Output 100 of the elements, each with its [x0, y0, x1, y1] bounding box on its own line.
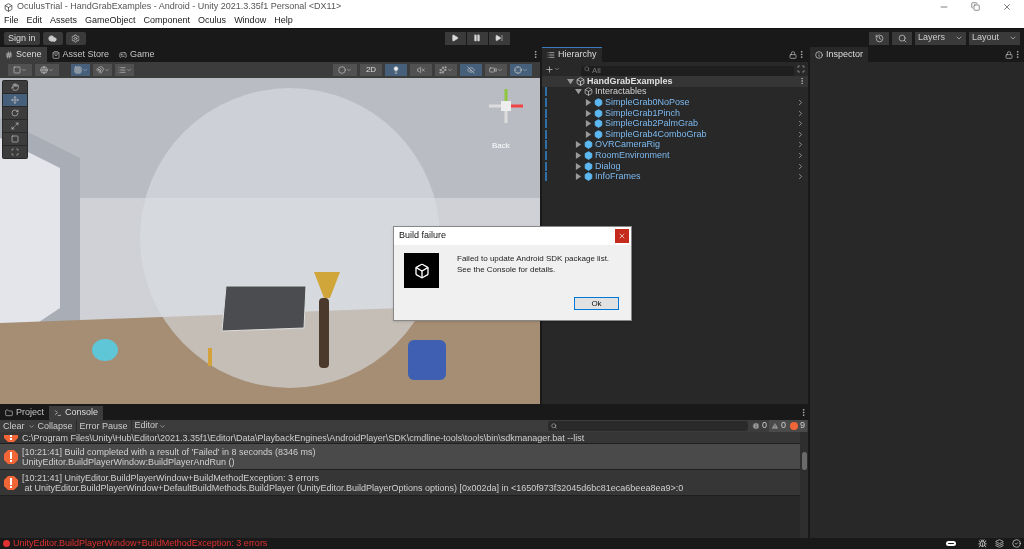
- play-button[interactable]: [444, 31, 466, 45]
- gizmos-dropdown[interactable]: [510, 64, 532, 76]
- move-arrows-icon: [11, 96, 19, 104]
- lock-icon[interactable]: [1005, 51, 1013, 59]
- collapsed-arrow-icon[interactable]: [584, 119, 592, 128]
- scene-filter-icon[interactable]: [797, 65, 805, 73]
- history-button[interactable]: [869, 31, 889, 45]
- cloud-button[interactable]: [42, 31, 63, 45]
- layout-dropdown[interactable]: Layout: [969, 31, 1020, 45]
- scale-tool[interactable]: [3, 120, 27, 132]
- stack-icon[interactable]: [995, 539, 1004, 548]
- search-icon: [897, 33, 907, 43]
- visibility-toggle[interactable]: [460, 64, 482, 76]
- caret-icon: [125, 67, 132, 73]
- warning-filter[interactable]: 0: [768, 420, 788, 432]
- menu-item[interactable]: File: [4, 14, 19, 28]
- clear-options-icon[interactable]: [27, 422, 35, 430]
- hierarchy-item[interactable]: SimpleGrab4ComboGrab: [605, 129, 707, 139]
- more-icon[interactable]: [799, 408, 808, 417]
- search-field[interactable]: All: [581, 66, 794, 76]
- snap-dropdown[interactable]: [93, 64, 112, 76]
- step-button[interactable]: [488, 31, 510, 45]
- rect-tool[interactable]: [3, 133, 27, 145]
- scrollbar[interactable]: [800, 432, 808, 538]
- camera-icon: [489, 66, 497, 74]
- more-icon[interactable]: [1013, 50, 1022, 59]
- menu-item[interactable]: Assets: [50, 14, 78, 28]
- panel-tab[interactable]: Hierarchy: [542, 47, 602, 62]
- editor-dropdown[interactable]: Editor: [131, 420, 170, 432]
- expanded-arrow-icon[interactable]: [566, 77, 574, 86]
- bug-icon[interactable]: [978, 539, 987, 548]
- ok-button[interactable]: Ok: [574, 297, 619, 310]
- logo-icon: [404, 253, 439, 288]
- hierarchy-item[interactable]: InfoFrames: [595, 172, 641, 182]
- caret-icon: [346, 67, 352, 73]
- camera-dropdown[interactable]: [485, 64, 507, 76]
- collapsed-arrow-icon[interactable]: [574, 151, 582, 160]
- info-filter[interactable]: 0: [749, 420, 769, 432]
- clear-button[interactable]: Clear: [0, 420, 28, 432]
- more-icon[interactable]: [798, 77, 806, 86]
- hierarchy-item[interactable]: Dialog: [595, 161, 621, 171]
- log-entry[interactable]: [10:21:41] Build completed with a result of 'Failed' in 8 seconds (8346 ms) UnityEditor.BuildPlayerWindow:BuildPlayerAndRun (): [0, 444, 800, 470]
- 2d-toggle[interactable]: 2D: [360, 64, 382, 76]
- menu-item[interactable]: GameObject: [85, 14, 136, 28]
- global-dropdown[interactable]: [35, 64, 59, 76]
- restore-icon[interactable]: [971, 2, 980, 11]
- panel-tab[interactable]: Project: [0, 406, 49, 420]
- hierarchy-item[interactable]: SimpleGrab2PalmGrab: [605, 119, 699, 129]
- grid-snap-dropdown[interactable]: [71, 64, 90, 76]
- search-icon: [584, 66, 590, 72]
- collapsed-arrow-icon[interactable]: [574, 162, 582, 171]
- hierarchy-item[interactable]: Interactables: [595, 87, 647, 97]
- more-icon[interactable]: [531, 50, 540, 59]
- view-tool-dropdown[interactable]: [8, 64, 32, 76]
- collapsed-arrow-icon[interactable]: [584, 109, 592, 118]
- menu-item[interactable]: Window: [234, 14, 267, 28]
- panel-tab[interactable]: Game: [114, 47, 160, 62]
- log-entry[interactable]: [0, 470, 800, 496]
- lighting-toggle[interactable]: [385, 64, 407, 76]
- expanded-arrow-icon[interactable]: [574, 87, 582, 96]
- close-button[interactable]: [615, 229, 629, 243]
- menu-item[interactable]: Component: [143, 14, 191, 28]
- panel-tab[interactable]: Console: [49, 406, 104, 420]
- collapsed-arrow-icon[interactable]: [574, 172, 582, 181]
- lock-icon[interactable]: [789, 51, 797, 59]
- status-message[interactable]: UnityEditor.BuildPlayerWindow+BuildMethodException: 3 errors: [13, 536, 268, 549]
- menu-item[interactable]: Edit: [26, 14, 43, 28]
- audio-toggle[interactable]: [410, 64, 432, 76]
- rotate-tool[interactable]: [3, 107, 27, 119]
- menu-item[interactable]: Oculus: [198, 14, 227, 28]
- pause-button[interactable]: [466, 31, 488, 45]
- sign-in-button[interactable]: Sign in: [4, 31, 40, 45]
- close-icon[interactable]: [1002, 2, 1012, 12]
- increment-dropdown[interactable]: [115, 64, 134, 76]
- collapsed-arrow-icon[interactable]: [574, 140, 582, 149]
- settings-button[interactable]: [65, 31, 86, 45]
- search-button[interactable]: [892, 31, 912, 45]
- panel-tab[interactable]: Asset Store: [46, 47, 115, 62]
- menu-item[interactable]: Help: [274, 14, 293, 28]
- collapsed-arrow-icon[interactable]: [584, 130, 592, 139]
- collapsed-arrow-icon[interactable]: [584, 98, 592, 107]
- move-tool[interactable]: [3, 94, 27, 106]
- panel-tab[interactable]: Inspector: [810, 47, 869, 62]
- more-icon[interactable]: [797, 50, 806, 59]
- check-icon[interactable]: [1012, 539, 1021, 548]
- hand-tool[interactable]: [3, 81, 27, 93]
- shading-dropdown[interactable]: [333, 64, 357, 76]
- hierarchy-item[interactable]: SimpleGrab0NoPose: [605, 98, 690, 107]
- magnet-icon: [95, 66, 104, 74]
- caret-icon: [497, 67, 503, 73]
- log-entry[interactable]: C:\Program Files\Unity\Hub\Editor\2021.3.35f1\Editor\Data\PlaybackEngines\AndroidPlayer\SDK\cmdline-tools\tools\bin\sdkmanager.bat --list: [0, 432, 800, 444]
- console-search-field[interactable]: [547, 421, 748, 431]
- effects-dropdown[interactable]: [435, 64, 457, 76]
- headset-icon[interactable]: [946, 541, 956, 546]
- hierarchy-item[interactable]: SimpleGrab1Pinch: [605, 108, 681, 118]
- hierarchy-item[interactable]: RoomEnvironment: [595, 150, 670, 160]
- add-button[interactable]: [545, 64, 560, 74]
- panel-tab[interactable]: Scene: [0, 47, 47, 62]
- hierarchy-item[interactable]: OVRCameraRig: [595, 140, 661, 150]
- layers-dropdown[interactable]: Layers: [915, 31, 966, 45]
